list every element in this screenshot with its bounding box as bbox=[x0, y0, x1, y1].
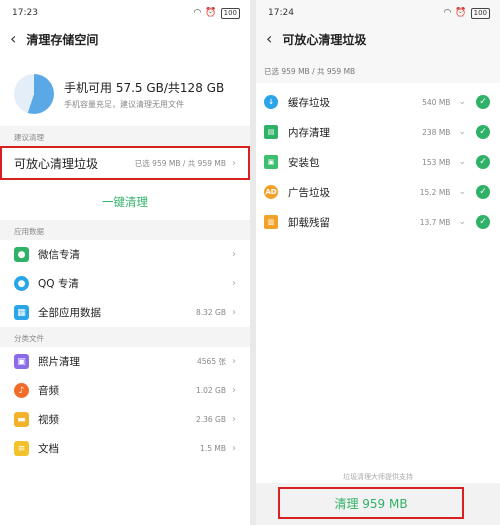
storage-main: 手机可用 57.5 GB/共128 GB bbox=[64, 80, 225, 95]
section-apps: 应用数据 bbox=[0, 220, 250, 240]
alarm-icon: ⏰ bbox=[455, 8, 467, 18]
status-time: 17:23 bbox=[12, 8, 38, 18]
header: ‹ 可放心清理垃圾 bbox=[256, 26, 500, 52]
ad-icon: AD bbox=[264, 185, 278, 199]
storage-summary: 手机可用 57.5 GB/共128 GB 手机容量充足，建议清理无用文件 bbox=[0, 52, 250, 126]
list-item-apk[interactable]: ▣ 安装包 153 MB ⌄ ✓ bbox=[256, 147, 500, 177]
folder-icon: ▬ bbox=[14, 412, 29, 427]
storage-pie-icon bbox=[14, 74, 54, 114]
section-files: 分类文件 bbox=[0, 327, 250, 347]
music-icon: ♪ bbox=[14, 383, 29, 398]
list-item-ads[interactable]: AD 广告垃圾 15.2 MB ⌄ ✓ bbox=[256, 177, 500, 207]
back-arrow-icon[interactable]: ‹ bbox=[10, 31, 16, 47]
chevron-right-icon: › bbox=[232, 278, 236, 289]
qq-icon: ● bbox=[14, 276, 29, 291]
wechat-icon: ● bbox=[14, 247, 29, 262]
chevron-right-icon: › bbox=[232, 307, 236, 318]
app-comparison: 17:23 ◠ ⏰ 100 ‹ 清理存储空间 手机可用 57.5 GB/共128… bbox=[0, 0, 500, 525]
status-bar: 17:24 ◠ ⏰ 100 bbox=[256, 0, 500, 26]
chevron-down-icon[interactable]: ⌄ bbox=[458, 217, 466, 227]
checkbox-checked-icon[interactable]: ✓ bbox=[476, 185, 490, 199]
one-key-clean-button[interactable]: 一键清理 bbox=[0, 180, 250, 220]
list-item-audio[interactable]: ♪ 音频 1.02 GB › bbox=[0, 376, 250, 405]
trash-icon: ▥ bbox=[264, 215, 278, 229]
junk-list: ↓ 缓存垃圾 540 MB ⌄ ✓ ▤ 内存清理 238 MB ⌄ ✓ ▣ 安装… bbox=[256, 83, 500, 241]
list-item-qq[interactable]: ● QQ 专清 › bbox=[0, 269, 250, 298]
list-item-photos[interactable]: ▣ 照片清理 4565 张 › bbox=[0, 347, 250, 376]
checkbox-checked-icon[interactable]: ✓ bbox=[476, 155, 490, 169]
selection-summary: 已选 959 MB / 共 959 MB bbox=[264, 67, 356, 76]
alarm-icon: ⏰ bbox=[205, 8, 217, 18]
page-title: 清理存储空间 bbox=[26, 32, 99, 47]
chevron-right-icon: › bbox=[232, 443, 236, 454]
checkbox-checked-icon[interactable]: ✓ bbox=[476, 125, 490, 139]
chevron-right-icon: › bbox=[232, 414, 236, 425]
list-item-wechat[interactable]: ● 微信专清 › bbox=[0, 240, 250, 269]
section-suggest: 建议清理 bbox=[0, 126, 250, 146]
safe-clean-label: 可放心清理垃圾 bbox=[14, 156, 99, 171]
battery-icon: 100 bbox=[220, 7, 240, 19]
list-item-residue[interactable]: ▥ 卸载残留 13.7 MB ⌄ ✓ bbox=[256, 207, 500, 237]
wifi-icon: ◠ bbox=[193, 8, 202, 18]
checkbox-checked-icon[interactable]: ✓ bbox=[476, 215, 490, 229]
storage-sub: 手机容量充足，建议清理无用文件 bbox=[64, 99, 184, 109]
chevron-right-icon: › bbox=[232, 157, 236, 169]
battery-icon: 100 bbox=[470, 7, 490, 19]
memory-icon: ▤ bbox=[264, 125, 278, 139]
list-item-cache[interactable]: ↓ 缓存垃圾 540 MB ⌄ ✓ bbox=[256, 87, 500, 117]
chevron-down-icon[interactable]: ⌄ bbox=[458, 157, 466, 167]
download-icon: ↓ bbox=[264, 95, 278, 109]
header: ‹ 清理存储空间 bbox=[0, 26, 250, 52]
list-item-docs[interactable]: ≡ 文档 1.5 MB › bbox=[0, 434, 250, 463]
document-icon: ≡ bbox=[14, 441, 29, 456]
back-arrow-icon[interactable]: ‹ bbox=[266, 31, 272, 47]
storage-screen: 17:23 ◠ ⏰ 100 ‹ 清理存储空间 手机可用 57.5 GB/共128… bbox=[0, 0, 250, 525]
list-item-video[interactable]: ▬ 视频 2.36 GB › bbox=[0, 405, 250, 434]
page-title: 可放心清理垃圾 bbox=[282, 32, 367, 47]
list-item-all-apps[interactable]: ▦ 全部应用数据 8.32 GB › bbox=[0, 298, 250, 327]
checkbox-checked-icon[interactable]: ✓ bbox=[476, 95, 490, 109]
provider-hint: 垃圾清理大师提供支持 bbox=[343, 473, 413, 481]
chevron-down-icon[interactable]: ⌄ bbox=[458, 187, 466, 197]
chevron-down-icon[interactable]: ⌄ bbox=[458, 97, 466, 107]
chevron-down-icon[interactable]: ⌄ bbox=[458, 127, 466, 137]
chevron-right-icon: › bbox=[232, 385, 236, 396]
status-bar: 17:23 ◠ ⏰ 100 bbox=[0, 0, 250, 26]
list-item-memory[interactable]: ▤ 内存清理 238 MB ⌄ ✓ bbox=[256, 117, 500, 147]
clean-button[interactable]: 清理 959 MB bbox=[278, 487, 464, 519]
status-time: 17:24 bbox=[268, 8, 294, 18]
photo-icon: ▣ bbox=[14, 354, 29, 369]
safe-clean-value: 已选 959 MB / 共 959 MB bbox=[134, 158, 226, 168]
wifi-icon: ◠ bbox=[443, 8, 452, 18]
safe-clean-screen: 17:24 ◠ ⏰ 100 ‹ 可放心清理垃圾 已选 959 MB / 共 95… bbox=[256, 0, 500, 525]
chevron-right-icon: › bbox=[232, 249, 236, 260]
chevron-right-icon: › bbox=[232, 356, 236, 367]
safe-clean-row[interactable]: 可放心清理垃圾 已选 959 MB / 共 959 MB › bbox=[0, 146, 250, 180]
apps-grid-icon: ▦ bbox=[14, 305, 29, 320]
package-icon: ▣ bbox=[264, 155, 278, 169]
